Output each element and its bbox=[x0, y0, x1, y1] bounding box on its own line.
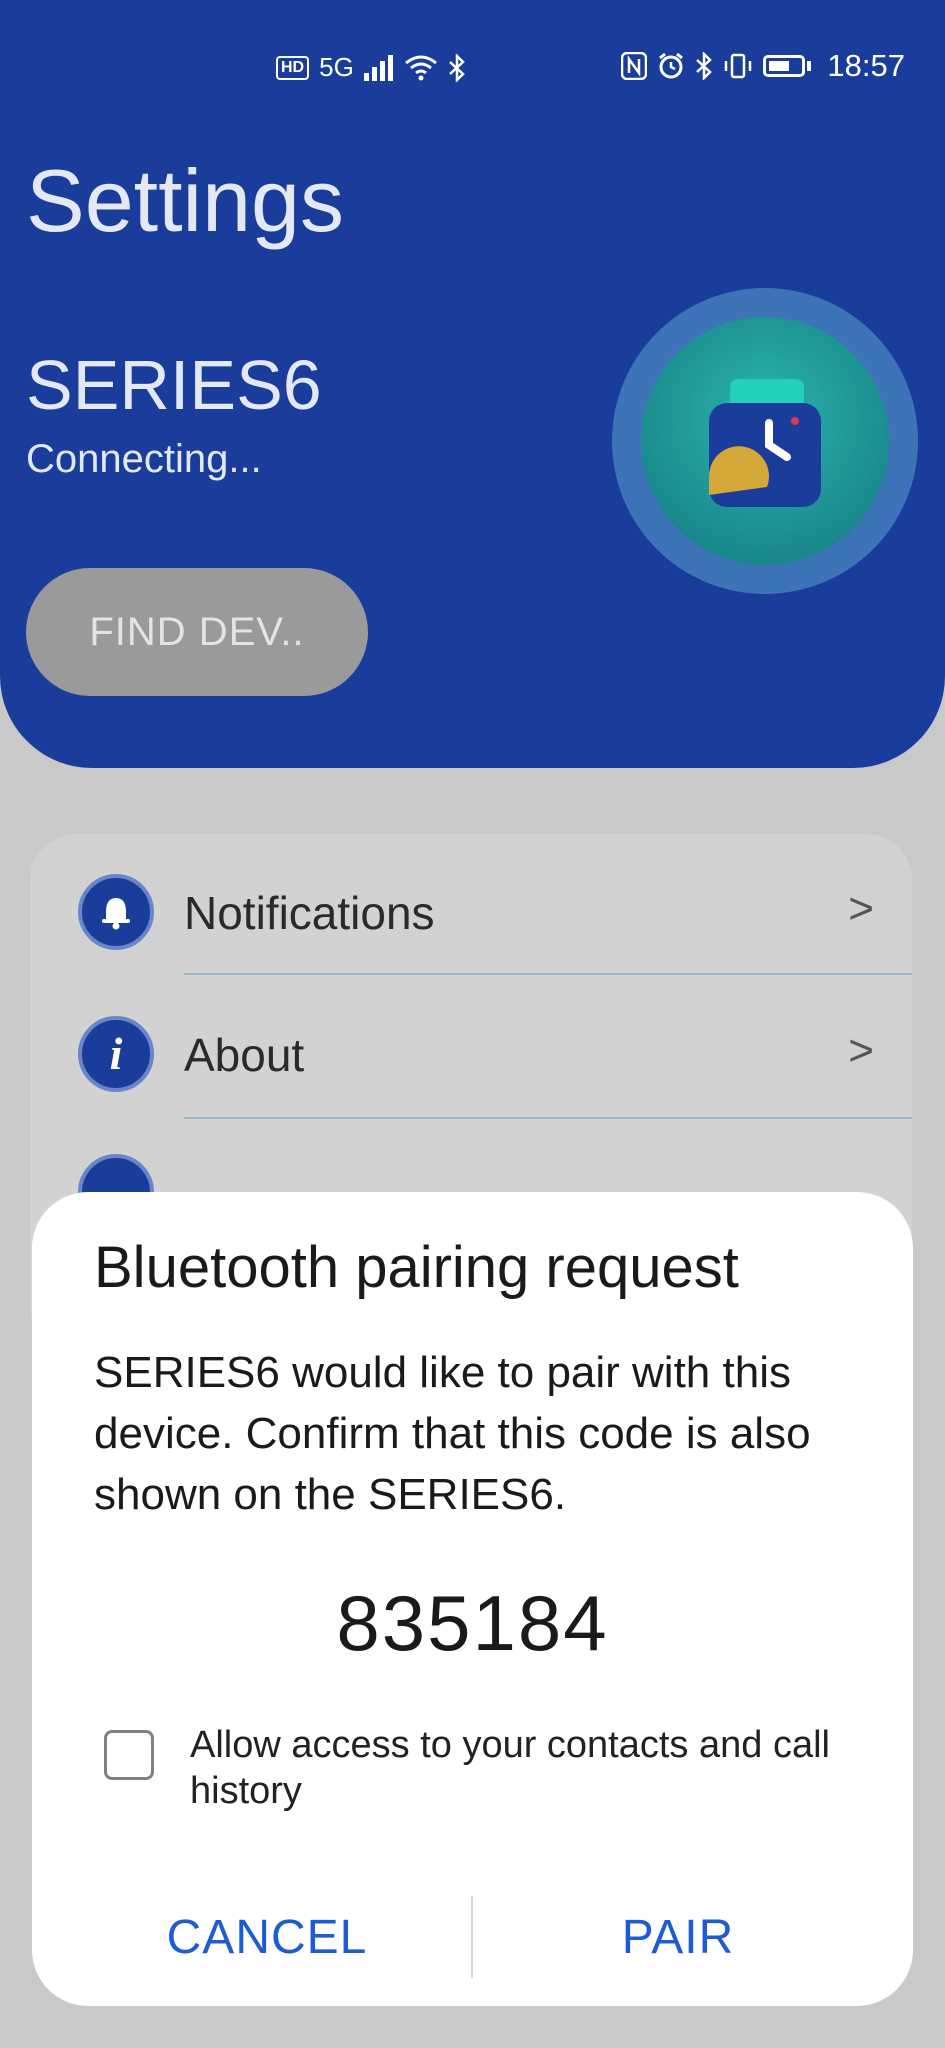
chevron-right-icon: > bbox=[848, 884, 874, 933]
hd-badge: HD bbox=[276, 55, 310, 80]
contacts-access-checkbox[interactable] bbox=[104, 1730, 154, 1780]
pairing-code: 835184 bbox=[336, 1579, 609, 1667]
network-type: 5G bbox=[319, 52, 354, 82]
watch-avatar bbox=[612, 288, 918, 594]
signal-icon bbox=[363, 54, 393, 81]
bell-icon bbox=[78, 874, 154, 950]
menu-label-about: About bbox=[184, 1029, 305, 1081]
divider bbox=[184, 973, 912, 975]
wifi-icon bbox=[404, 55, 437, 80]
info-icon: i bbox=[78, 1016, 154, 1092]
contacts-access-label: Allow access to your contacts and call h… bbox=[190, 1724, 830, 1812]
page-title: Settings bbox=[26, 151, 344, 250]
find-device-button[interactable]: FIND DEV.. bbox=[26, 568, 368, 696]
divider bbox=[184, 1117, 912, 1119]
battery-tip bbox=[807, 61, 812, 71]
header: HD 5G 18:57 Settings SERIES6 Connecting.… bbox=[0, 0, 945, 768]
menu-label-notifications: Notifications bbox=[184, 887, 435, 939]
menu-item-notifications[interactable]: Notifications > bbox=[30, 834, 912, 974]
dialog-message: SERIES6 would like to pair with this dev… bbox=[94, 1348, 811, 1519]
status-left: HD 5G bbox=[276, 52, 466, 83]
chevron-right-icon: > bbox=[848, 1026, 874, 1075]
pair-button[interactable]: PAIR bbox=[473, 1882, 883, 1992]
battery-icon bbox=[763, 55, 806, 77]
alarm-icon bbox=[659, 52, 684, 79]
dialog-buttons: CANCEL PAIR bbox=[32, 1882, 913, 1992]
status-right: 18:57 bbox=[621, 48, 905, 84]
nfc-icon bbox=[621, 52, 648, 80]
vibrate-icon bbox=[725, 53, 752, 79]
clock: 18:57 bbox=[827, 48, 905, 83]
watch-icon bbox=[708, 379, 821, 507]
status-bar: HD 5G 18:57 bbox=[0, 0, 945, 140]
watch-circle bbox=[641, 317, 889, 565]
device-name: SERIES6 bbox=[26, 346, 322, 424]
menu-item-about[interactable]: i About > bbox=[30, 976, 912, 1116]
bluetooth-icon bbox=[448, 53, 465, 82]
device-status: Connecting... bbox=[26, 437, 262, 481]
cancel-button[interactable]: CANCEL bbox=[62, 1882, 472, 1992]
pairing-dialog: Bluetooth pairing request SERIES6 would … bbox=[32, 1192, 913, 2006]
bluetooth-icon-right bbox=[696, 52, 713, 80]
dialog-title: Bluetooth pairing request bbox=[94, 1235, 739, 1300]
